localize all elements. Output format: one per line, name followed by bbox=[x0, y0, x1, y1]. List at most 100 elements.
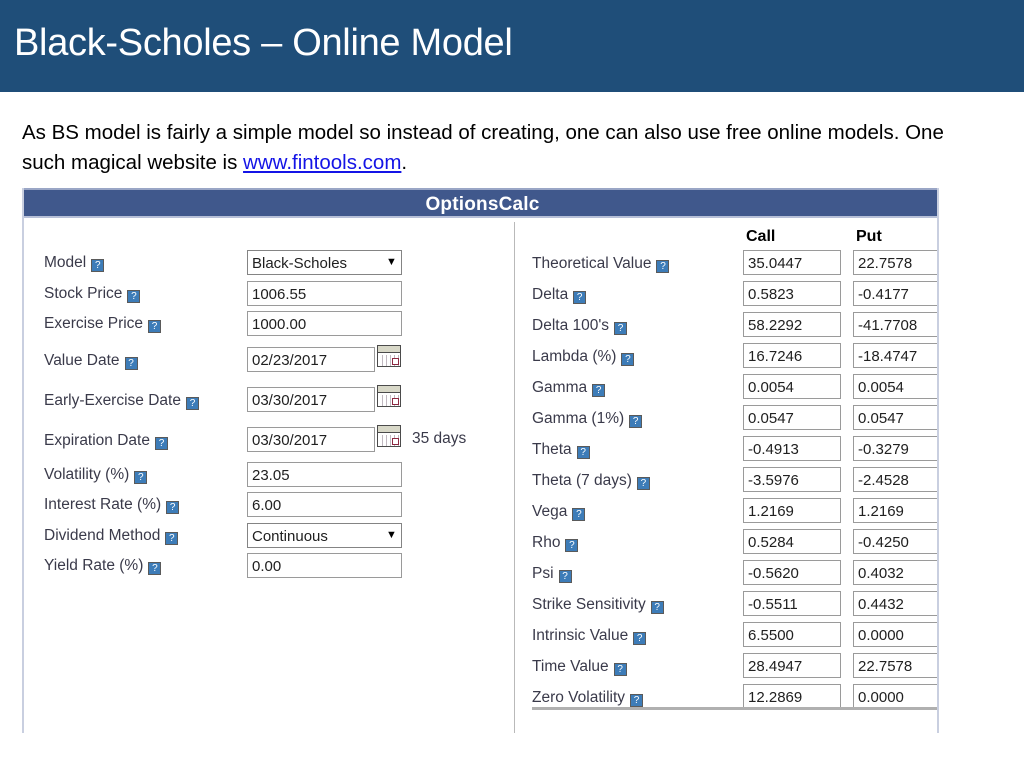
result-call-value[interactable]: 35.0447 bbox=[743, 250, 841, 275]
result-call-value[interactable]: 0.0054 bbox=[743, 374, 841, 399]
result-call-value[interactable]: 12.2869 bbox=[743, 684, 841, 709]
help-icon[interactable]: ? bbox=[124, 356, 138, 370]
help-icon[interactable]: ? bbox=[573, 291, 587, 304]
calendar-icon[interactable] bbox=[377, 384, 401, 407]
help-icon[interactable]: ? bbox=[134, 470, 148, 484]
result-label: Gamma (1%)? bbox=[532, 410, 643, 428]
value-date-input[interactable]: 02/23/2017 bbox=[247, 346, 375, 372]
table-row: Lambda (%)? 16.7246 -18.4747 bbox=[524, 343, 937, 374]
label-expiration-date: Expiration Date? bbox=[44, 432, 168, 450]
calendar-icon[interactable] bbox=[377, 424, 401, 447]
body-text-before: As BS model is fairly a simple model so … bbox=[22, 121, 944, 174]
help-icon[interactable]: ? bbox=[91, 259, 105, 272]
result-call-value[interactable]: 0.5823 bbox=[743, 281, 841, 306]
exercise-price-input[interactable]: 1000.00 bbox=[247, 311, 402, 336]
help-icon[interactable]: ? bbox=[165, 531, 179, 545]
help-icon[interactable]: ? bbox=[154, 436, 168, 450]
help-icon[interactable]: ? bbox=[565, 539, 579, 552]
result-put-value[interactable]: 22.7578 bbox=[853, 250, 937, 275]
table-row: Psi? -0.5620 0.4032 bbox=[524, 560, 937, 591]
help-icon[interactable]: ? bbox=[656, 260, 670, 273]
result-put-value[interactable]: 22.7578 bbox=[853, 653, 937, 678]
result-put-value[interactable]: -0.4177 bbox=[853, 281, 937, 306]
fintools-link[interactable]: www.fintools.com bbox=[243, 151, 401, 174]
result-call-value[interactable]: 1.2169 bbox=[743, 498, 841, 523]
dividend-method-select[interactable]: Continuous bbox=[247, 522, 402, 548]
body-paragraph: As BS model is fairly a simple model so … bbox=[22, 118, 952, 178]
help-icon[interactable]: ? bbox=[629, 415, 643, 428]
result-label-text: Delta 100's bbox=[532, 317, 610, 334]
yield-rate-input[interactable]: 0.00 bbox=[247, 553, 402, 578]
label-exercise-price-text: Exercise Price bbox=[44, 315, 144, 332]
calendar-icon-top bbox=[378, 385, 400, 393]
result-put-value[interactable]: -0.3279 bbox=[853, 436, 937, 461]
result-call-value[interactable]: -3.5976 bbox=[743, 467, 841, 492]
help-icon[interactable]: ? bbox=[185, 396, 199, 410]
form-row-dividend-method: Dividend Method? Continuous ▼ bbox=[34, 522, 504, 554]
help-icon[interactable]: ? bbox=[148, 320, 162, 333]
chevron-down-icon[interactable]: ▼ bbox=[386, 255, 497, 269]
result-label: Gamma? bbox=[532, 379, 606, 397]
stock-price-input[interactable]: 1006.55 bbox=[247, 280, 402, 306]
form-row-value-date: Value Date? 02/23/2017 bbox=[34, 342, 504, 382]
help-icon[interactable]: ? bbox=[576, 446, 590, 459]
result-call-value[interactable]: 58.2292 bbox=[743, 312, 841, 337]
help-icon[interactable]: ? bbox=[166, 501, 180, 514]
result-call-value[interactable]: -0.5620 bbox=[743, 560, 841, 585]
help-icon[interactable]: ? bbox=[558, 570, 572, 583]
result-put-value[interactable]: 0.0000 bbox=[853, 622, 937, 647]
result-label: Zero Volatility? bbox=[532, 689, 644, 707]
help-icon[interactable]: ? bbox=[650, 601, 664, 614]
result-call-value[interactable]: -0.4913 bbox=[743, 436, 841, 461]
help-icon[interactable]: ? bbox=[592, 384, 606, 397]
result-label: Time Value? bbox=[532, 658, 627, 676]
result-put-value[interactable]: 0.4432 bbox=[853, 591, 937, 616]
result-put-value[interactable]: 0.0054 bbox=[853, 374, 937, 399]
result-put-value[interactable]: 0.0000 bbox=[853, 684, 937, 709]
chevron-down-icon[interactable]: ▼ bbox=[386, 528, 497, 542]
result-label: Lambda (%)? bbox=[532, 348, 635, 366]
result-label: Theta? bbox=[532, 441, 590, 459]
table-row: Strike Sensitivity? -0.5511 0.4432 bbox=[524, 591, 937, 622]
table-row: Delta? 0.5823 -0.4177 bbox=[524, 281, 937, 312]
calendar-icon-selected-day bbox=[392, 437, 399, 445]
help-icon[interactable]: ? bbox=[636, 477, 650, 490]
result-call-value[interactable]: 6.5500 bbox=[743, 622, 841, 647]
table-row: Theta? -0.4913 -0.3279 bbox=[524, 436, 937, 467]
result-call-value[interactable]: 28.4947 bbox=[743, 653, 841, 678]
calendar-icon-selected-day bbox=[392, 357, 399, 365]
help-icon[interactable]: ? bbox=[614, 322, 628, 335]
help-icon[interactable]: ? bbox=[572, 508, 586, 521]
help-icon[interactable]: ? bbox=[127, 289, 141, 303]
help-icon[interactable]: ? bbox=[613, 663, 627, 676]
result-label-text: Rho bbox=[532, 534, 561, 551]
result-call-value[interactable]: 16.7246 bbox=[743, 343, 841, 368]
result-put-value[interactable]: -41.7708 bbox=[853, 312, 937, 337]
help-icon[interactable]: ? bbox=[148, 562, 162, 575]
early-exercise-date-input[interactable]: 03/30/2017 bbox=[247, 386, 375, 412]
result-label-text: Theta bbox=[532, 441, 572, 458]
calendar-icon[interactable] bbox=[377, 344, 401, 367]
result-call-value[interactable]: 0.5284 bbox=[743, 529, 841, 554]
label-stock-price: Stock Price? bbox=[44, 285, 141, 303]
table-row: Theoretical Value? 35.0447 22.7578 bbox=[524, 250, 937, 281]
result-put-value[interactable]: -0.4250 bbox=[853, 529, 937, 554]
result-put-value[interactable]: 0.0547 bbox=[853, 405, 937, 430]
result-put-value[interactable]: 1.2169 bbox=[853, 498, 937, 523]
volatility-input[interactable]: 23.05 bbox=[247, 461, 402, 487]
result-put-value[interactable]: -18.4747 bbox=[853, 343, 937, 368]
result-label-text: Theta (7 days) bbox=[532, 472, 632, 489]
help-icon[interactable]: ? bbox=[633, 632, 647, 645]
expiration-date-input[interactable]: 03/30/2017 bbox=[247, 426, 375, 452]
interest-rate-input[interactable]: 6.00 bbox=[247, 492, 402, 517]
result-call-value[interactable]: 0.0547 bbox=[743, 405, 841, 430]
result-put-value[interactable]: -2.4528 bbox=[853, 467, 937, 492]
model-select[interactable]: Black-Scholes bbox=[247, 250, 402, 275]
result-call-value[interactable]: -0.5511 bbox=[743, 591, 841, 616]
result-put-value[interactable]: 0.4032 bbox=[853, 560, 937, 585]
help-icon[interactable]: ? bbox=[630, 694, 644, 707]
result-label-text: Delta bbox=[532, 286, 569, 303]
help-icon[interactable]: ? bbox=[621, 353, 635, 366]
table-row: Gamma (1%)? 0.0547 0.0547 bbox=[524, 405, 937, 436]
result-label: Theta (7 days)? bbox=[532, 472, 650, 490]
